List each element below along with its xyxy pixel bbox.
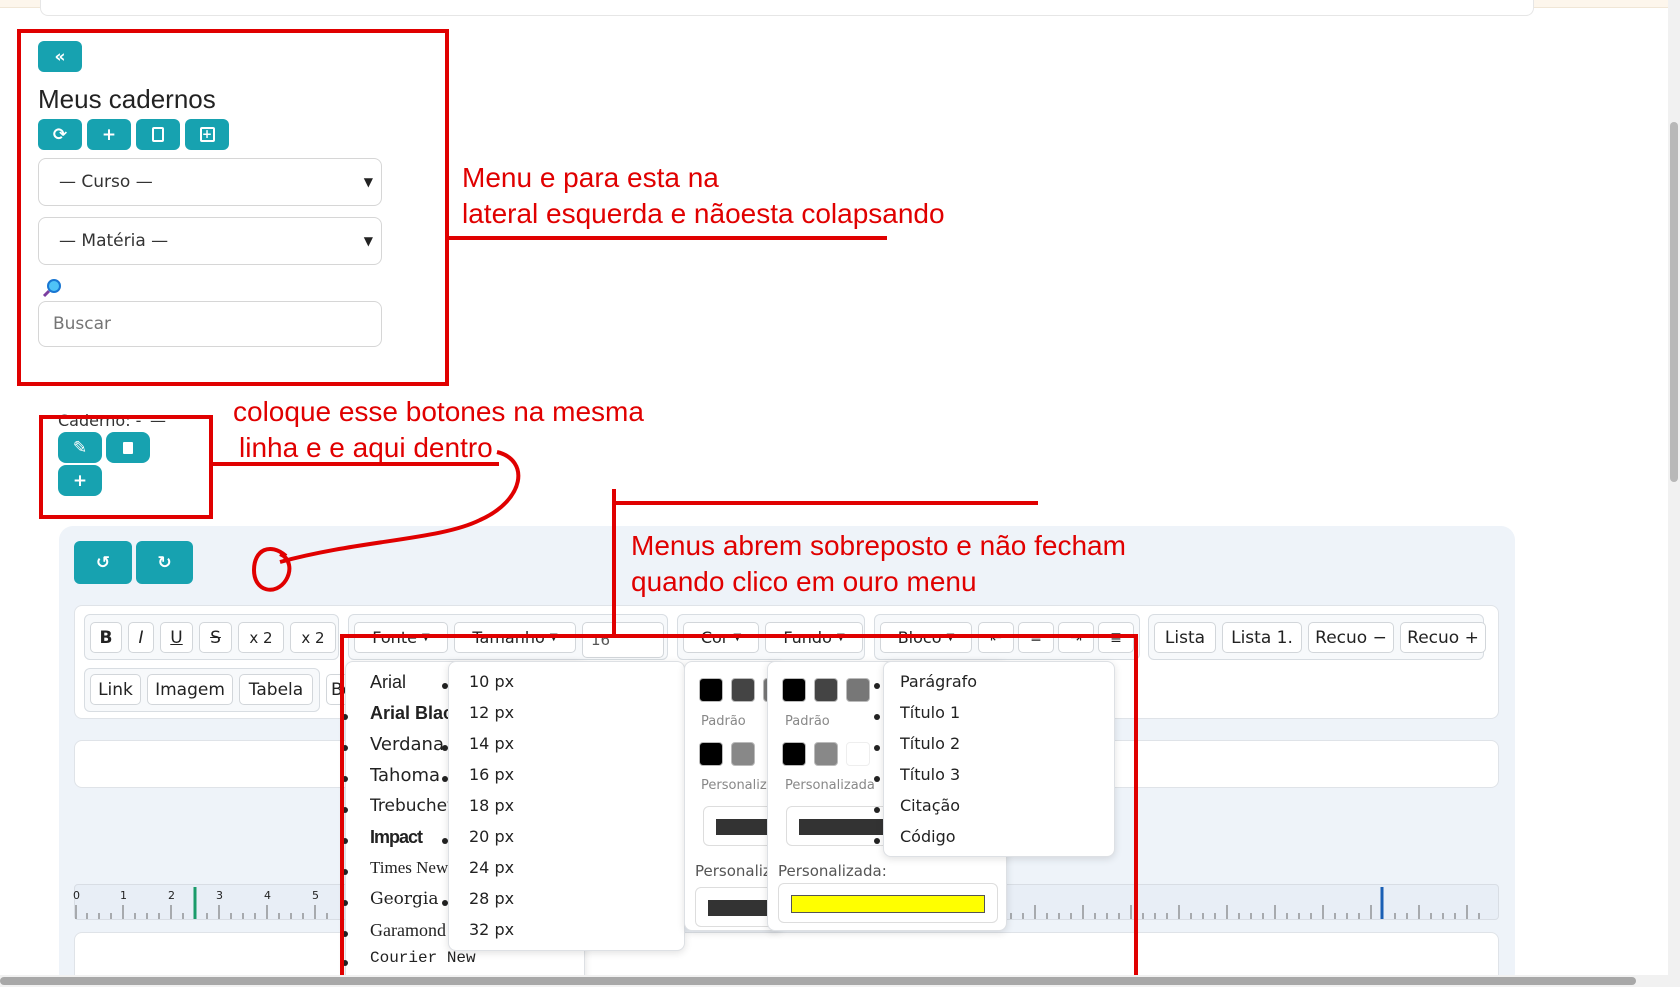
annotation-top-line — [612, 501, 1038, 505]
ruler-number: 3 — [216, 889, 223, 902]
top-card — [40, 0, 1534, 16]
bold-button[interactable]: B — [90, 622, 122, 653]
vertical-scrollbar-thumb[interactable] — [1670, 122, 1678, 482]
annotation-note-3-line-2: quando clico em ouro menu — [631, 566, 977, 597]
numbered-list-button[interactable]: Lista 1. — [1222, 622, 1302, 653]
annotation-box-caderno — [39, 415, 213, 519]
underline-button[interactable]: U — [160, 622, 193, 653]
ruler-number: 4 — [264, 889, 271, 902]
annotation-note-1-line-1: Menu e para esta na — [462, 162, 719, 193]
annotation-note-2-line-1: coloque esse botones na mesma — [233, 396, 644, 427]
annotation-note-1-line-2: lateral esquerda e nãoesta colapsando — [462, 198, 945, 229]
ruler-number: 1 — [120, 889, 127, 902]
image-button[interactable]: Imagem — [147, 674, 233, 705]
ruler-number: 0 — [73, 889, 80, 902]
annotation-underline-1 — [445, 236, 887, 240]
annotation-box-sidebar — [17, 29, 449, 386]
table-button[interactable]: Tabela — [239, 674, 313, 705]
superscript-button[interactable]: x 2 — [290, 622, 336, 653]
ruler-number: 5 — [312, 889, 319, 902]
annotation-vertical-line — [612, 489, 616, 634]
redo-button[interactable]: ↻ — [136, 541, 193, 584]
subscript-button[interactable]: x 2 — [238, 622, 284, 653]
strike-button[interactable]: S — [199, 622, 232, 653]
annotation-box-menus — [340, 634, 1138, 984]
indent-button[interactable]: Recuo + — [1400, 622, 1486, 653]
annotation-arrow-curve — [251, 450, 521, 592]
link-button[interactable]: Link — [90, 674, 141, 705]
outdent-button[interactable]: Recuo − — [1308, 622, 1394, 653]
list-button[interactable]: Lista — [1154, 622, 1216, 653]
redo-icon: ↻ — [157, 552, 172, 573]
annotation-note-3-line-1: Menus abrem sobreposto e não fecham — [631, 530, 1126, 561]
ruler-number: 2 — [168, 889, 175, 902]
horizontal-scrollbar-thumb[interactable] — [0, 977, 1636, 985]
undo-icon: ↺ — [95, 552, 111, 573]
italic-button[interactable]: I — [128, 622, 154, 653]
undo-button[interactable]: ↺ — [74, 541, 132, 584]
